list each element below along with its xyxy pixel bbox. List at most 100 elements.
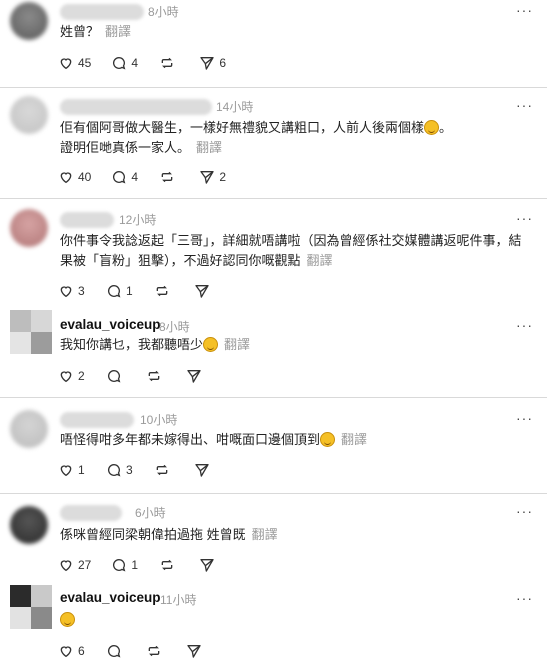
heart-icon — [60, 560, 72, 572]
repost-button[interactable] — [154, 462, 174, 478]
repost-button[interactable] — [159, 169, 179, 185]
send-icon — [195, 285, 209, 298]
repost-button[interactable] — [159, 557, 179, 573]
heart-icon — [60, 465, 72, 477]
translate-link[interactable]: 翻譯 — [105, 24, 131, 39]
share-button[interactable] — [194, 462, 214, 478]
action-bar: 2 — [58, 367, 226, 385]
action-bar: 3 1 — [58, 282, 234, 300]
reply-text-line1-end: 。 — [439, 120, 453, 135]
share-button[interactable]: 6 — [199, 55, 227, 71]
translate-link[interactable]: 翻譯 — [196, 140, 222, 155]
repost-icon — [162, 559, 173, 571]
like-button[interactable]: 3 — [58, 283, 86, 299]
translate-link[interactable]: 翻譯 — [307, 253, 333, 268]
translate-link[interactable]: 翻譯 — [341, 432, 367, 447]
like-button[interactable]: 1 — [58, 462, 86, 478]
share-button[interactable] — [186, 643, 206, 659]
reply-text — [60, 610, 75, 630]
more-options-icon[interactable]: ··· — [516, 2, 533, 18]
reply-text: 你件事令我諗返起「三哥」，詳細就唔講啦（因為曾經係社交媒體講返呢件事，結 果被「… — [60, 231, 522, 271]
comment-icon — [113, 558, 126, 572]
reply-text-content: 唔怪得咁多年都未嫁得出、咁嘅面口邊個頂到 — [60, 432, 321, 447]
comment-button[interactable]: 3 — [106, 462, 134, 478]
reply-text-content: 姓曾？ — [60, 24, 100, 39]
reply-text: 姓曾？ 翻譯 — [60, 22, 131, 42]
avatar[interactable] — [10, 506, 48, 544]
avatar[interactable] — [10, 96, 48, 134]
username[interactable]: evalau_voiceup — [60, 590, 161, 605]
send-icon — [195, 464, 209, 477]
comment-button[interactable]: 1 — [106, 283, 134, 299]
more-options-icon[interactable]: ··· — [516, 210, 533, 226]
reply-text: 係咪曾經同梁朝偉拍過拖 姓曾既 翻譯 — [60, 525, 278, 545]
heart-icon — [60, 646, 72, 658]
repost-icon — [162, 57, 173, 69]
reply-time: 8小時 — [159, 320, 190, 334]
avatar[interactable] — [10, 410, 48, 448]
comment-button[interactable]: 4 — [111, 169, 139, 185]
reply-text-line2: 證明佢哋真係一家人。 — [60, 140, 191, 155]
username-redacted[interactable] — [60, 412, 134, 428]
username-redacted[interactable] — [60, 212, 114, 228]
like-button[interactable]: 2 — [58, 368, 86, 384]
send-icon — [187, 645, 201, 658]
like-count: 1 — [78, 463, 85, 477]
username-redacted[interactable] — [60, 505, 122, 521]
comment-icon — [108, 284, 121, 298]
share-button[interactable] — [199, 557, 219, 573]
divider — [0, 397, 547, 398]
more-options-icon[interactable]: ··· — [516, 97, 533, 113]
more-options-icon[interactable]: ··· — [516, 317, 533, 333]
repost-icon — [156, 464, 168, 476]
comment-icon — [108, 369, 121, 383]
repost-button[interactable] — [154, 283, 174, 299]
comment-button[interactable] — [106, 643, 126, 659]
share-button[interactable] — [194, 283, 214, 299]
comment-button[interactable] — [106, 368, 126, 384]
avatar[interactable] — [10, 209, 48, 247]
username-redacted[interactable] — [60, 99, 212, 115]
grinning-emoji-icon — [60, 612, 75, 627]
heart-icon — [60, 58, 72, 70]
comment-icon — [113, 56, 126, 70]
share-button[interactable]: 2 — [199, 169, 227, 185]
divider — [0, 493, 547, 494]
avatar[interactable] — [10, 310, 52, 354]
comment-count: 4 — [131, 56, 139, 70]
more-options-icon[interactable]: ··· — [516, 410, 533, 426]
username-redacted[interactable] — [60, 4, 144, 20]
avatar[interactable] — [10, 2, 48, 40]
divider — [0, 198, 547, 199]
send-icon — [187, 370, 201, 383]
smiling-emoji-icon — [203, 337, 219, 352]
avatar[interactable] — [10, 585, 52, 629]
like-count: 2 — [78, 369, 85, 383]
share-button[interactable] — [186, 368, 206, 384]
like-count: 45 — [78, 56, 92, 70]
like-count: 40 — [78, 170, 92, 184]
reply-text: 我知你講乜，我都聽唔少 翻譯 — [60, 335, 250, 355]
comment-button[interactable]: 1 — [111, 557, 139, 573]
reply-text-content: 我知你講乜，我都聽唔少 — [60, 337, 204, 352]
username[interactable]: evalau_voiceup — [60, 317, 161, 332]
repost-button[interactable] — [146, 643, 166, 659]
comment-icon — [108, 644, 121, 658]
like-button[interactable]: 6 — [58, 643, 86, 659]
reply-text-line1: 佢有個阿哥做大醫生，一樣好無禮貌又講粗口，人前人後兩個樣 — [60, 120, 425, 135]
translate-link[interactable]: 翻譯 — [224, 337, 250, 352]
comment-button[interactable]: 4 — [111, 55, 139, 71]
more-options-icon[interactable]: ··· — [516, 590, 533, 606]
reply-time: 11小時 — [160, 593, 197, 607]
like-button[interactable]: 45 — [58, 55, 91, 71]
send-icon — [200, 559, 215, 572]
more-options-icon[interactable]: ··· — [516, 503, 533, 519]
smiling-emoji-icon — [424, 120, 440, 135]
repost-button[interactable] — [146, 368, 166, 384]
comment-icon — [108, 463, 121, 477]
translate-link[interactable]: 翻譯 — [252, 527, 278, 542]
like-button[interactable]: 40 — [58, 169, 91, 185]
comment-count: 1 — [126, 284, 133, 298]
repost-button[interactable] — [159, 55, 179, 71]
like-button[interactable]: 27 — [58, 557, 91, 573]
